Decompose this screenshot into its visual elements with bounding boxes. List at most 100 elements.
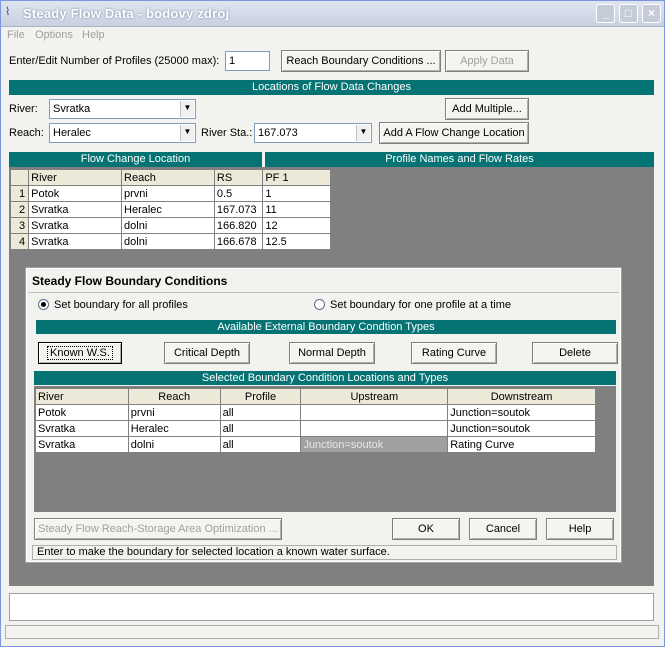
cell-pf1[interactable]: 12 <box>262 217 331 234</box>
cell-rs[interactable]: 166.678 <box>213 233 264 250</box>
boundary-types-band: Available External Boundary Condtion Typ… <box>36 320 616 334</box>
cell-pf1[interactable]: 11 <box>262 201 331 218</box>
cell-pf1[interactable]: 1 <box>262 185 331 202</box>
bc-cell-upstream[interactable]: Junction=soutok <box>300 436 449 453</box>
reach-boundary-conditions-button[interactable]: Reach Boundary Conditions ... <box>281 50 441 72</box>
chevron-down-icon[interactable]: ▼ <box>180 101 194 117</box>
rating-curve-button[interactable]: Rating Curve <box>411 342 497 364</box>
bc-cell-reach[interactable]: prvni <box>127 404 221 421</box>
bc-cell-upstream[interactable] <box>300 404 449 421</box>
bc-cell-upstream[interactable] <box>300 420 449 437</box>
add-multiple-button[interactable]: Add Multiple... <box>445 98 529 120</box>
bc-cell-downstream[interactable]: Junction=soutok <box>447 420 596 437</box>
bc-header-upstream: Upstream <box>300 388 449 405</box>
row-number: 2 <box>9 201 30 218</box>
river-select[interactable]: Svratka ▼ <box>49 99 196 119</box>
bc-cell-reach[interactable]: Heralec <box>127 420 221 437</box>
bc-cell-profile[interactable]: all <box>219 436 302 453</box>
table-row[interactable]: Svratka dolni all Junction=soutok Rating… <box>35 436 596 453</box>
known-ws-button[interactable]: Known W.S. <box>38 342 122 364</box>
dialog-status-bar: Enter to make the boundary for selected … <box>32 545 617 560</box>
cancel-button[interactable]: Cancel <box>469 518 537 540</box>
reach-select-value: Heralec <box>53 127 91 139</box>
flow-change-location-band: Flow Change Location <box>9 152 262 167</box>
dialog-title: Steady Flow Boundary Conditions <box>32 274 228 288</box>
menu-help[interactable]: Help <box>82 29 105 41</box>
header-river: River <box>28 169 123 186</box>
apply-data-button[interactable]: Apply Data <box>445 50 529 72</box>
bc-cell-downstream[interactable]: Rating Curve <box>447 436 596 453</box>
chevron-down-icon[interactable]: ▼ <box>356 125 370 141</box>
cell-rs[interactable]: 0.5 <box>213 185 264 202</box>
cell-river[interactable]: Potok <box>28 185 123 202</box>
ok-button[interactable]: OK <box>392 518 460 540</box>
add-flow-change-location-button[interactable]: Add A Flow Change Location <box>379 122 529 144</box>
bc-header-downstream: Downstream <box>447 388 596 405</box>
critical-depth-button[interactable]: Critical Depth <box>164 342 250 364</box>
status-bar <box>5 625 659 639</box>
app-icon[interactable]: ⌇ <box>5 6 17 18</box>
reach-select[interactable]: Heralec ▼ <box>49 123 196 143</box>
minimize-button[interactable]: _ <box>596 4 615 23</box>
maximize-button[interactable]: □ <box>619 4 638 23</box>
row-number: 3 <box>9 217 30 234</box>
header-reach: Reach <box>121 169 215 186</box>
bc-header-reach: Reach <box>127 388 221 405</box>
river-sta-select-value: 167.073 <box>258 127 298 139</box>
table-row[interactable]: 4 Svratka dolni 166.678 12.5 <box>9 233 331 250</box>
radio-one-profile[interactable] <box>314 299 325 310</box>
selected-bc-band: Selected Boundary Condition Locations an… <box>34 371 616 385</box>
normal-depth-button[interactable]: Normal Depth <box>289 342 375 364</box>
bc-cell-downstream[interactable]: Junction=soutok <box>447 404 596 421</box>
river-sta-select[interactable]: 167.073 ▼ <box>254 123 372 143</box>
menu-options[interactable]: Options <box>35 29 73 41</box>
menu-bar: File Options Help <box>1 27 664 45</box>
bc-cell-profile[interactable]: all <box>219 404 302 421</box>
radio-all-profiles-label: Set boundary for all profiles <box>54 299 188 311</box>
boundary-conditions-dialog: Steady Flow Boundary Conditions Set boun… <box>25 267 622 563</box>
profiles-input[interactable]: 1 <box>225 51 270 71</box>
reach-storage-optimization-button[interactable]: Steady Flow Reach-Storage Area Optimizat… <box>34 518 282 540</box>
menu-file[interactable]: File <box>7 29 25 41</box>
radio-all-profiles[interactable] <box>38 299 49 310</box>
title-bar[interactable]: ⌇ Steady Flow Data - bodovy zdroj _ □ × <box>1 1 664 27</box>
bc-cell-river[interactable]: Potok <box>35 404 129 421</box>
cell-rs[interactable]: 166.820 <box>213 217 264 234</box>
description-box[interactable] <box>9 593 654 621</box>
bc-cell-river[interactable]: Svratka <box>35 436 129 453</box>
cell-river[interactable]: Svratka <box>28 233 123 250</box>
cell-river[interactable]: Svratka <box>28 217 123 234</box>
bc-cell-reach[interactable]: dolni <box>127 436 221 453</box>
cell-reach[interactable]: Heralec <box>121 201 215 218</box>
cell-pf1[interactable]: 12.5 <box>262 233 331 250</box>
cell-rs[interactable]: 167.073 <box>213 201 264 218</box>
reach-label: Reach: <box>9 127 44 139</box>
bc-cell-profile[interactable]: all <box>219 420 302 437</box>
table-row[interactable]: Potok prvni all Junction=soutok <box>35 404 596 421</box>
table-row[interactable]: 3 Svratka dolni 166.820 12 <box>9 217 331 234</box>
bc-table-header: River Reach Profile Upstream Downstream <box>35 388 596 405</box>
profile-names-band: Profile Names and Flow Rates <box>265 152 654 167</box>
header-rs: RS <box>213 169 264 186</box>
river-label: River: <box>9 103 38 115</box>
table-row[interactable]: 2 Svratka Heralec 167.073 11 <box>9 201 331 218</box>
close-button[interactable]: × <box>642 4 661 23</box>
delete-button[interactable]: Delete <box>532 342 618 364</box>
locations-band: Locations of Flow Data Changes <box>9 80 654 95</box>
bc-cell-river[interactable]: Svratka <box>35 420 129 437</box>
window-title: Steady Flow Data - bodovy zdroj <box>23 6 230 21</box>
row-number: 1 <box>9 185 30 202</box>
radio-one-profile-label: Set boundary for one profile at a time <box>330 299 511 311</box>
help-button[interactable]: Help <box>546 518 614 540</box>
table-row[interactable]: Svratka Heralec all Junction=soutok <box>35 420 596 437</box>
table-row[interactable]: 1 Potok prvni 0.5 1 <box>9 185 331 202</box>
chevron-down-icon[interactable]: ▼ <box>180 125 194 141</box>
corner-cell <box>9 169 30 186</box>
bc-header-river: River <box>35 388 129 405</box>
steady-flow-window: ⌇ Steady Flow Data - bodovy zdroj _ □ × … <box>0 0 665 647</box>
cell-reach[interactable]: dolni <box>121 233 215 250</box>
cell-reach[interactable]: prvni <box>121 185 215 202</box>
cell-reach[interactable]: dolni <box>121 217 215 234</box>
dialog-divider <box>28 292 619 293</box>
cell-river[interactable]: Svratka <box>28 201 123 218</box>
